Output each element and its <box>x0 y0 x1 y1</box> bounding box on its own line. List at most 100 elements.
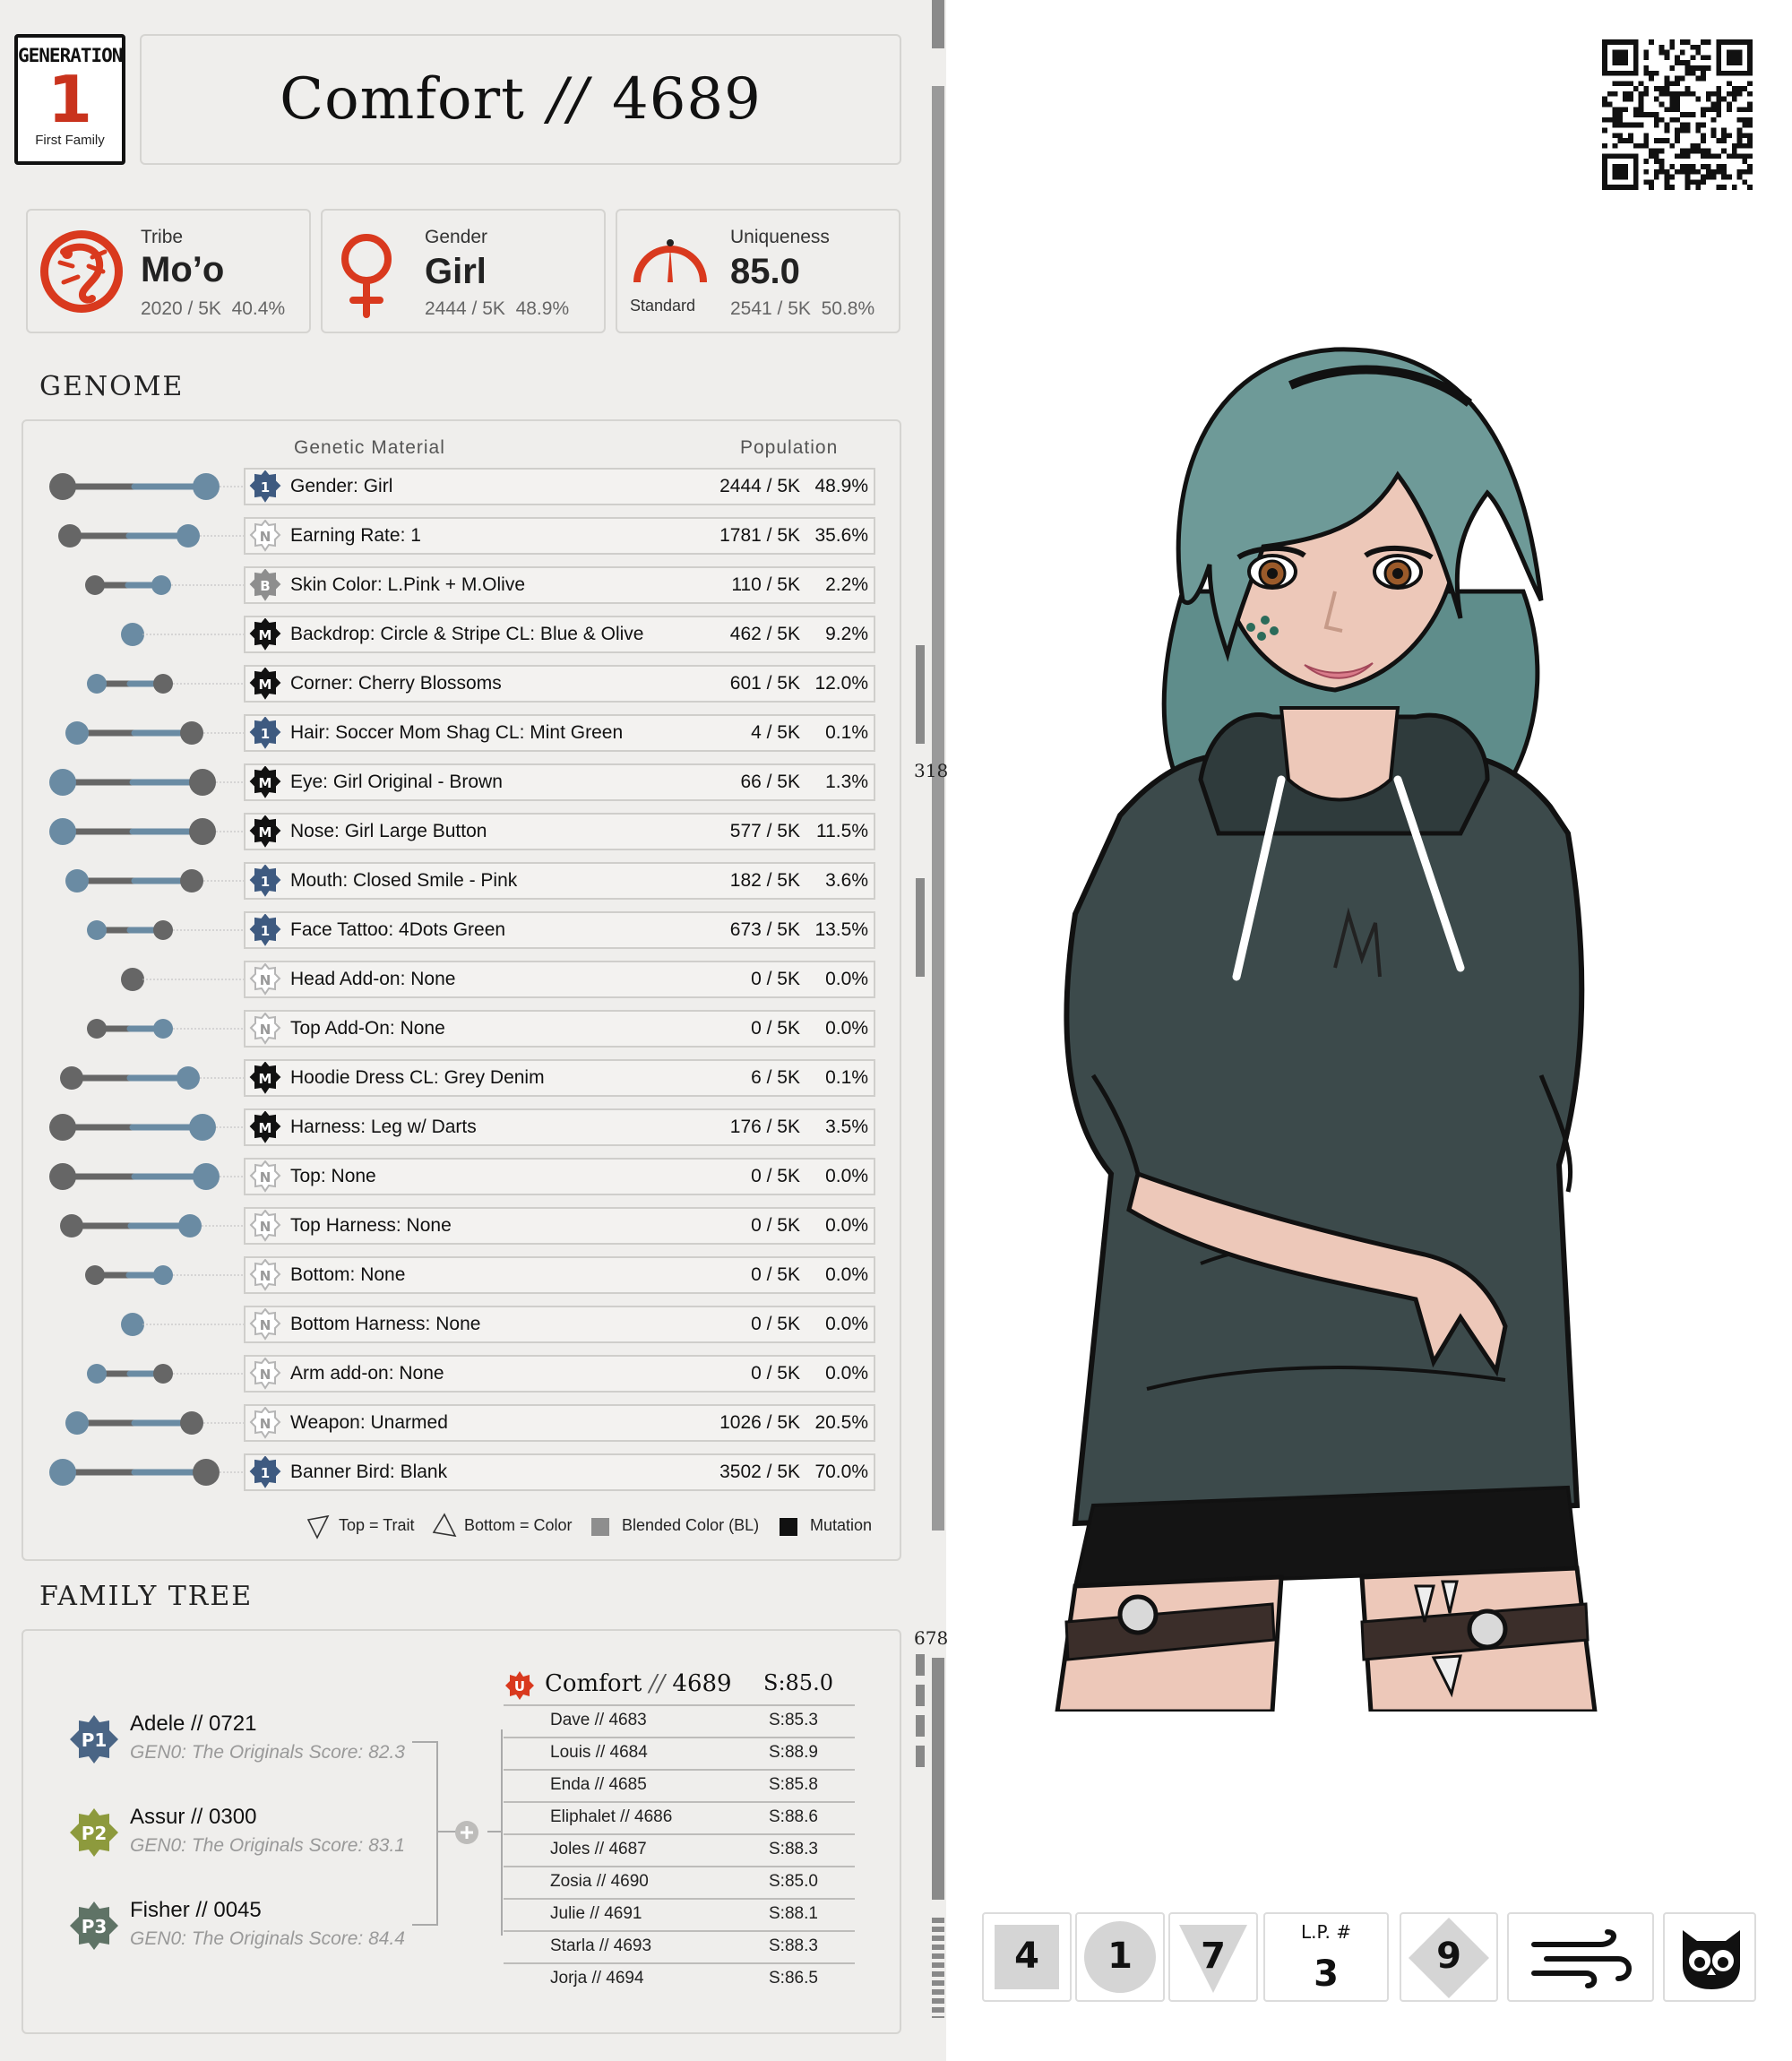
gene-count: 176 / 5K <box>729 1117 800 1137</box>
gene-row[interactable]: N Bottom Harness: None 0 / 5K 0.0% <box>244 1306 875 1343</box>
scroll-track[interactable] <box>932 86 944 1531</box>
svg-text:N: N <box>260 972 271 988</box>
card-value: 4 <box>1014 1936 1039 1977</box>
gene-slider <box>36 1010 244 1048</box>
gene-row[interactable]: M Eye: Girl Original - Brown 66 / 5K 1.3% <box>244 763 875 801</box>
gene-name: Top Harness: None <box>290 1215 452 1236</box>
gene-badge-icon: N <box>249 1160 281 1193</box>
sibling-row[interactable]: Jorja // 4694 S:86.5 <box>504 1962 855 1995</box>
parent-name[interactable]: Assur // 0300 <box>130 1805 256 1830</box>
svg-text:1: 1 <box>261 874 270 890</box>
card-owl[interactable] <box>1663 1912 1756 2002</box>
gene-row[interactable]: N Top Harness: None 0 / 5K 0.0% <box>244 1207 875 1245</box>
sibling-row[interactable]: Joles // 4687 S:88.3 <box>504 1833 855 1866</box>
svg-text:N: N <box>260 1022 271 1038</box>
gene-row[interactable]: M Corner: Cherry Blossoms 601 / 5K 12.0% <box>244 665 875 703</box>
gene-row[interactable]: 1 Gender: Girl 2444 / 5K 48.9% <box>244 468 875 505</box>
svg-text:N: N <box>260 1367 271 1383</box>
uniqueness-count: 2541 / 5K 50.8% <box>730 298 875 319</box>
gene-count: 110 / 5K <box>731 574 800 595</box>
sibling-name: Dave // 4683 <box>550 1711 647 1729</box>
svg-text:M: M <box>259 1120 272 1136</box>
gene-badge-icon: M <box>249 815 281 848</box>
svg-text:M: M <box>259 627 272 643</box>
parent-score: GEN0: The Originals Score: 83.1 <box>130 1835 405 1856</box>
gene-count: 0 / 5K <box>751 1215 800 1236</box>
gene-row[interactable]: N Top Add-On: None 0 / 5K 0.0% <box>244 1010 875 1048</box>
right-harness-ring <box>1467 1608 1508 1650</box>
parent-name[interactable]: Fisher // 0045 <box>130 1898 262 1923</box>
gene-pct: 3.5% <box>825 1117 868 1137</box>
gene-badge-icon: M <box>249 668 281 700</box>
svg-text:1: 1 <box>261 479 270 496</box>
character-illustration <box>1055 347 1598 1712</box>
parent-badge-icon: P2 <box>68 1807 120 1858</box>
card-wind[interactable] <box>1507 1912 1654 2002</box>
genome-title: GENOME <box>39 371 185 402</box>
gene-row[interactable]: N Earning Rate: 1 1781 / 5K 35.6% <box>244 517 875 555</box>
gene-pct: 0.0% <box>825 1314 868 1334</box>
card-square[interactable]: 4 <box>982 1912 1072 2002</box>
tribe-value: Mo’o <box>141 250 225 289</box>
gene-row[interactable]: 1 Face Tattoo: 4Dots Green 673 / 5K 13.5% <box>244 911 875 949</box>
gene-row[interactable]: M Harness: Leg w/ Darts 176 / 5K 3.5% <box>244 1108 875 1146</box>
card-lp[interactable]: 3 L.P. # <box>1263 1912 1389 2002</box>
gene-name: Head Add-on: None <box>290 969 456 989</box>
gene-badge-icon: M <box>249 766 281 798</box>
title-id: 4689 <box>611 66 762 133</box>
gene-slider <box>36 1355 244 1393</box>
gene-count: 182 / 5K <box>729 870 800 891</box>
gene-row[interactable]: N Bottom: None 0 / 5K 0.0% <box>244 1256 875 1294</box>
svg-text:N: N <box>260 1169 271 1186</box>
gene-pct: 2.2% <box>825 574 868 595</box>
sibling-row[interactable]: Dave // 4683 S:85.3 <box>504 1704 855 1737</box>
gene-count: 1026 / 5K <box>719 1412 800 1433</box>
svg-text:N: N <box>260 1268 271 1284</box>
gene-row[interactable]: M Nose: Girl Large Button 577 / 5K 11.5% <box>244 813 875 850</box>
sibling-row[interactable]: Eliphalet // 4686 S:88.6 <box>504 1801 855 1833</box>
self-score: S:85.0 <box>763 1670 833 1695</box>
gene-pct: 13.5% <box>814 919 868 940</box>
gene-count: 0 / 5K <box>751 1166 800 1186</box>
parent-name[interactable]: Adele // 0721 <box>130 1712 256 1737</box>
gene-row[interactable]: 1 Banner Bird: Blank 3502 / 5K 70.0% <box>244 1453 875 1491</box>
card-circle[interactable]: 1 <box>1075 1912 1165 2002</box>
scroll-mark <box>932 1918 944 2018</box>
sibling-row[interactable]: Starla // 4693 S:88.3 <box>504 1930 855 1962</box>
gene-row[interactable]: N Top: None 0 / 5K 0.0% <box>244 1158 875 1195</box>
gene-slider <box>36 468 244 505</box>
sibling-score: S:88.3 <box>769 1840 818 1858</box>
gene-row[interactable]: B Skin Color: L.Pink + M.Olive 110 / 5K 2.2… <box>244 566 875 604</box>
gene-pct: 12.0% <box>814 673 868 694</box>
qr-code[interactable] <box>1602 39 1753 190</box>
gene-row[interactable]: N Weapon: Unarmed 1026 / 5K 20.5% <box>244 1404 875 1442</box>
card-diamond[interactable]: 9 <box>1400 1912 1498 2002</box>
sibling-row[interactable]: Julie // 4691 S:88.1 <box>504 1898 855 1930</box>
card-triangle[interactable]: 7 <box>1168 1912 1258 2002</box>
gene-pct: 48.9% <box>814 476 868 496</box>
gene-badge-icon: 1 <box>249 717 281 749</box>
sibling-name: Julie // 4691 <box>550 1904 642 1923</box>
sibling-row[interactable]: Zosia // 4690 S:85.0 <box>504 1866 855 1898</box>
gene-row[interactable]: 1 Mouth: Closed Smile - Pink 182 / 5K 3.6% <box>244 862 875 900</box>
gene-count: 3502 / 5K <box>719 1462 800 1482</box>
gene-pct: 0.1% <box>825 1067 868 1088</box>
gene-row[interactable]: 1 Hair: Soccer Mom Shag CL: Mint Green 4 /… <box>244 714 875 752</box>
gene-slider <box>36 1453 244 1491</box>
sibling-row[interactable]: Enda // 4685 S:85.8 <box>504 1769 855 1801</box>
gene-name: Hair: Soccer Mom Shag CL: Mint Green <box>290 722 624 743</box>
gene-row[interactable]: N Head Add-on: None 0 / 5K 0.0% <box>244 961 875 998</box>
sibling-name: Joles // 4687 <box>550 1840 647 1858</box>
gene-slider <box>36 911 244 949</box>
tribe-stat: Tribe Mo’o 2020 / 5K 40.4% <box>26 209 311 333</box>
gene-slider <box>36 566 244 604</box>
tribe-label: Tribe <box>141 227 184 247</box>
legend-top: Top = Trait <box>339 1516 415 1534</box>
gene-row[interactable]: M Hoodie Dress CL: Grey Denim 6 / 5K 0.1% <box>244 1059 875 1097</box>
sibling-row[interactable]: Louis // 4684 S:88.9 <box>504 1737 855 1769</box>
gene-badge-icon: M <box>249 1111 281 1143</box>
scroll-mark <box>916 878 925 977</box>
gene-row[interactable]: N Arm add-on: None 0 / 5K 0.0% <box>244 1355 875 1393</box>
gene-row[interactable]: M Backdrop: Circle & Stripe CL: Blue & Ol… <box>244 616 875 653</box>
uniqueness-stat: Standard Uniqueness 85.0 2541 / 5K 50.8% <box>616 209 900 333</box>
